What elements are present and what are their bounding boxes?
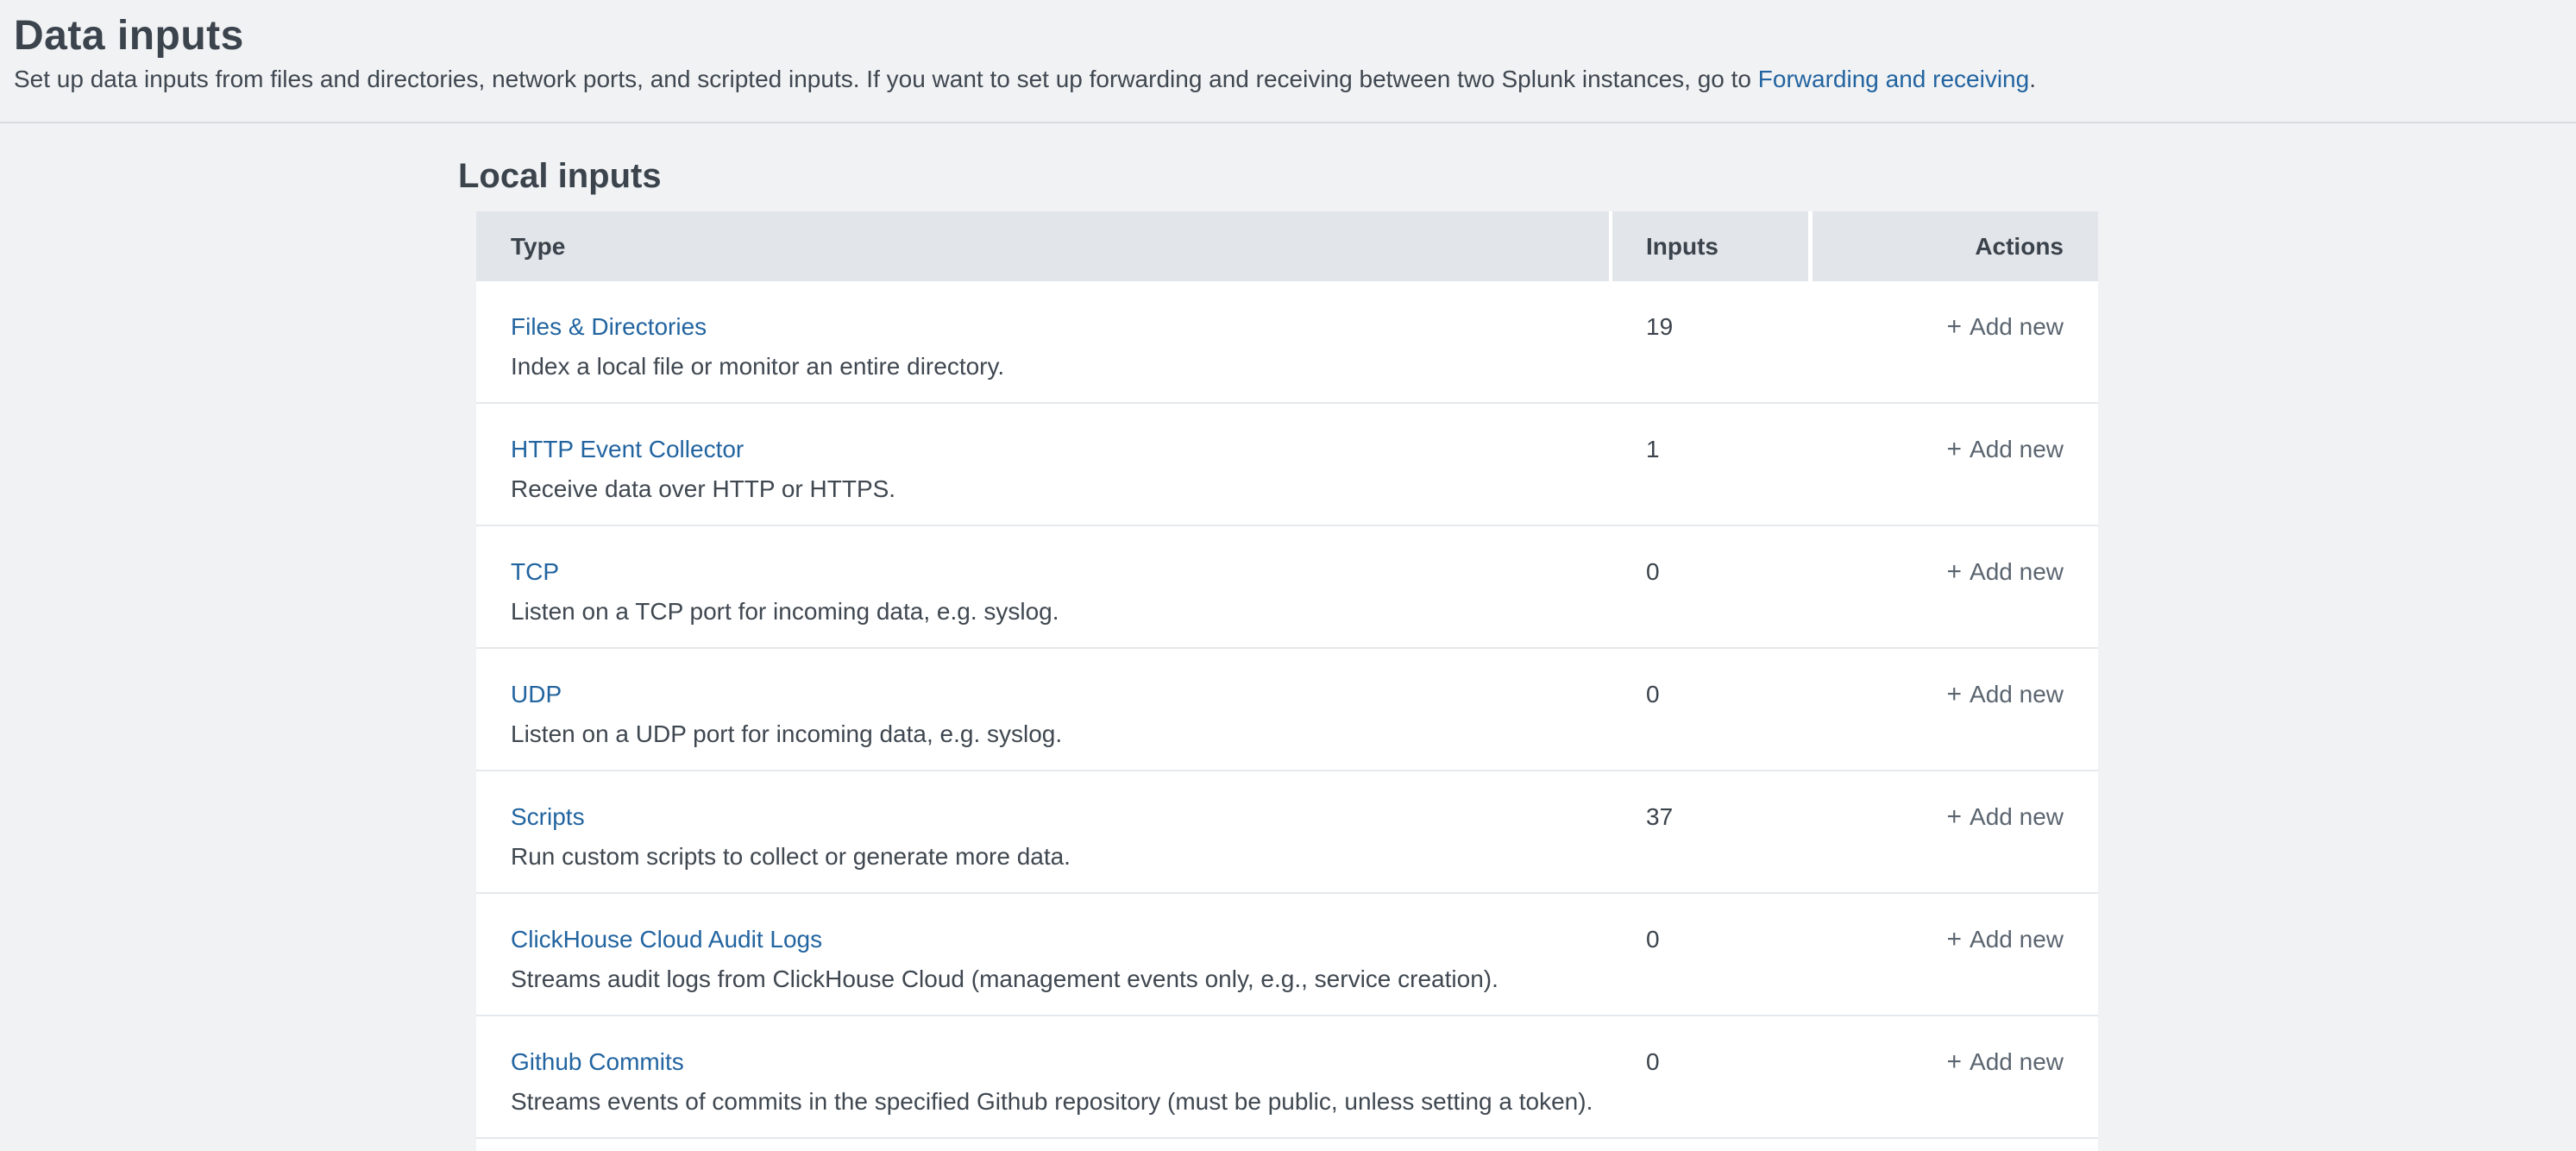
page-title: Data inputs [14, 12, 2576, 60]
plus-icon: + [1947, 680, 1963, 708]
plus-icon: + [1947, 802, 1963, 831]
plus-icon: + [1947, 557, 1963, 586]
inputs-count: 37 [1612, 771, 1813, 892]
add-new-button[interactable]: + Add new [1947, 313, 2064, 340]
add-new-label: Add new [1970, 926, 2064, 953]
inputs-count: 0 [1612, 894, 1813, 1015]
add-new-label: Add new [1970, 313, 2064, 340]
add-new-label: Add new [1970, 558, 2064, 585]
add-new-button[interactable]: + Add new [1947, 1048, 2064, 1075]
inputs-count: 0 [1612, 526, 1813, 647]
actions-cell: + Add new [1813, 649, 2098, 770]
actions-cell: + Add new [1813, 771, 2098, 892]
table-body: Files & Directories Index a local file o… [476, 281, 2098, 1139]
add-new-button[interactable]: + Add new [1947, 436, 2064, 462]
add-new-button[interactable]: + Add new [1947, 681, 2064, 708]
inputs-count: 0 [1612, 1016, 1813, 1137]
input-type-description: Streams events of commits in the specifi… [511, 1087, 1612, 1116]
input-type-description: Receive data over HTTP or HTTPS. [511, 475, 1612, 504]
type-cell: UDP Listen on a UDP port for incoming da… [476, 649, 1612, 770]
plus-icon: + [1947, 925, 1963, 953]
column-header-inputs: Inputs [1612, 211, 1808, 281]
input-type-link[interactable]: Files & Directories [511, 312, 1612, 342]
type-cell: Scripts Run custom scripts to collect or… [476, 771, 1612, 892]
input-type-description: Run custom scripts to collect or generat… [511, 842, 1612, 871]
plus-icon: + [1947, 1047, 1963, 1076]
column-header-type: Type [476, 211, 1609, 281]
add-new-label: Add new [1970, 681, 2064, 708]
table-row: UDP Listen on a UDP port for incoming da… [476, 649, 2098, 771]
page-subtitle-text: Set up data inputs from files and direct… [14, 66, 1758, 92]
type-cell: HTTP Event Collector Receive data over H… [476, 404, 1612, 525]
table-row: HTTP Event Collector Receive data over H… [476, 404, 2098, 526]
type-cell: ClickHouse Cloud Audit Logs Streams audi… [476, 894, 1612, 1015]
inputs-count: 0 [1612, 649, 1813, 770]
table-row: TCP Listen on a TCP port for incoming da… [476, 526, 2098, 649]
data-inputs-table: Type Inputs Actions Files & Directories … [476, 211, 2098, 1151]
actions-cell: + Add new [1813, 281, 2098, 402]
type-cell: Github Commits Streams events of commits… [476, 1016, 1612, 1137]
plus-icon: + [1947, 435, 1963, 463]
inputs-count: 1 [1612, 404, 1813, 525]
page-subtitle-period: . [2029, 66, 2036, 92]
input-type-link[interactable]: TCP [511, 557, 1612, 587]
input-type-description: Listen on a TCP port for incoming data, … [511, 597, 1612, 626]
input-type-description: Index a local file or monitor an entire … [511, 352, 1612, 381]
actions-cell: + Add new [1813, 1016, 2098, 1137]
actions-cell: + Add new [1813, 526, 2098, 647]
section-heading: Local inputs [458, 157, 2098, 195]
add-new-button[interactable]: + Add new [1947, 803, 2064, 830]
table-header-row: Type Inputs Actions [476, 211, 2098, 281]
table-row: Github Commits Streams events of commits… [476, 1016, 2098, 1139]
actions-cell: + Add new [1813, 404, 2098, 525]
column-header-actions: Actions [1813, 211, 2098, 281]
input-type-link[interactable]: UDP [511, 680, 1612, 709]
add-new-label: Add new [1970, 1048, 2064, 1075]
add-new-button[interactable]: + Add new [1947, 558, 2064, 585]
table-row-partial [476, 1139, 2098, 1151]
type-cell: Files & Directories Index a local file o… [476, 281, 1612, 402]
page-subtitle: Set up data inputs from files and direct… [14, 65, 2576, 94]
table-row: Scripts Run custom scripts to collect or… [476, 771, 2098, 894]
inputs-count: 19 [1612, 281, 1813, 402]
page-header: Data inputs Set up data inputs from file… [0, 0, 2576, 123]
forwarding-and-receiving-link[interactable]: Forwarding and receiving [1758, 66, 2029, 92]
add-new-label: Add new [1970, 803, 2064, 830]
table-row: ClickHouse Cloud Audit Logs Streams audi… [476, 894, 2098, 1016]
table-row: Files & Directories Index a local file o… [476, 281, 2098, 404]
input-type-description: Listen on a UDP port for incoming data, … [511, 720, 1612, 749]
input-type-description: Streams audit logs from ClickHouse Cloud… [511, 965, 1612, 994]
input-type-link[interactable]: ClickHouse Cloud Audit Logs [511, 925, 1612, 954]
type-cell: TCP Listen on a TCP port for incoming da… [476, 526, 1612, 647]
input-type-link[interactable]: HTTP Event Collector [511, 435, 1612, 464]
add-new-label: Add new [1970, 436, 2064, 462]
actions-cell: + Add new [1813, 894, 2098, 1015]
plus-icon: + [1947, 312, 1963, 341]
input-type-link[interactable]: Github Commits [511, 1047, 1612, 1077]
local-inputs-section: Local inputs Type Inputs Actions Files &… [476, 157, 2098, 1151]
input-type-link[interactable]: Scripts [511, 802, 1612, 832]
add-new-button[interactable]: + Add new [1947, 926, 2064, 953]
